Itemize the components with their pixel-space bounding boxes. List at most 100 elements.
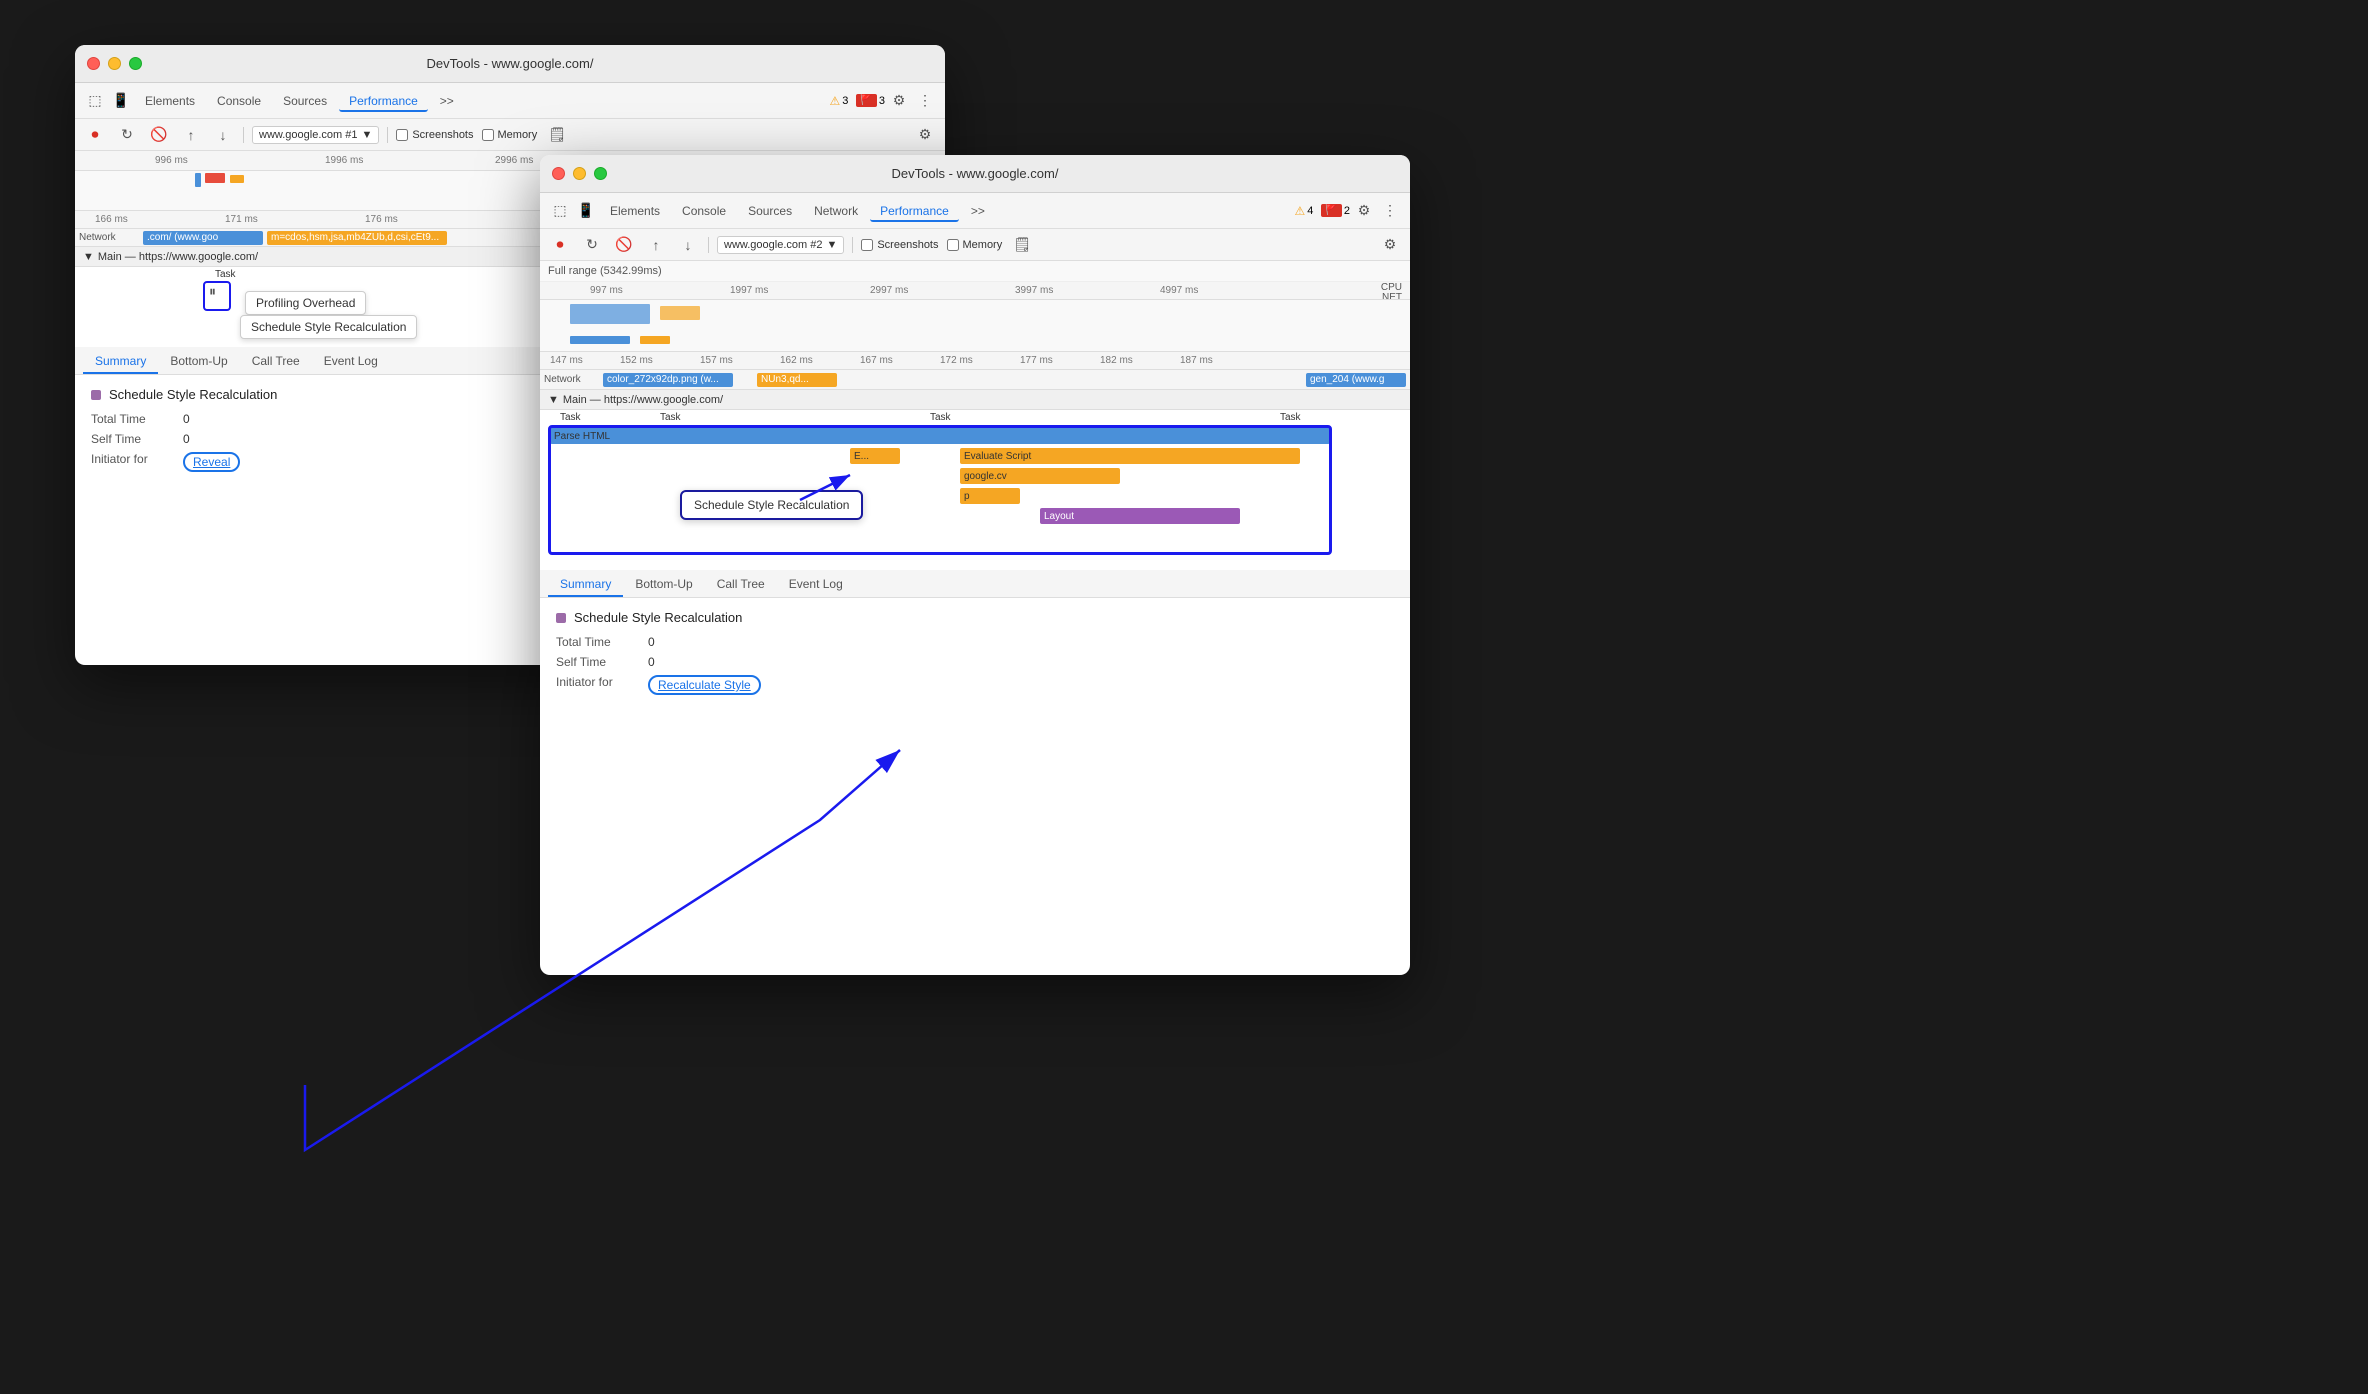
inspect-icon[interactable]: ⬚ [83, 89, 107, 113]
screenshots-input-1[interactable] [396, 129, 408, 141]
memory-input-1[interactable] [482, 129, 494, 141]
tab-bottom-up-1[interactable]: Bottom-Up [158, 350, 239, 374]
reload-button-1[interactable]: ↻ [115, 123, 139, 147]
record-button-2[interactable]: ⏺ [548, 233, 572, 257]
download-button-1[interactable]: ↓ [211, 123, 235, 147]
maximize-button-1[interactable] [129, 57, 142, 70]
screenshots-input-2[interactable] [861, 239, 873, 251]
tab-summary-1[interactable]: Summary [83, 350, 158, 374]
overview-segment-1 [195, 173, 201, 187]
download-button-2[interactable]: ↓ [676, 233, 700, 257]
initiator-row-2: Initiator for Recalculate Style [556, 675, 1394, 695]
record-button-1[interactable]: ⏺ [83, 123, 107, 147]
capture-settings-2[interactable]: ⚙ [1378, 233, 1402, 257]
minimize-button-2[interactable] [573, 167, 586, 180]
self-time-value-2: 0 [648, 655, 655, 669]
ovr-2997: 2997 ms [870, 285, 908, 296]
tab-performance-1[interactable]: Performance [339, 90, 428, 112]
tabs-toolbar-1: ⬚ 📱 Elements Console Sources Performance… [75, 83, 945, 119]
tab-sources-2[interactable]: Sources [738, 200, 802, 222]
tab-bottom-up-2[interactable]: Bottom-Up [623, 573, 704, 597]
det-167: 167 ms [860, 355, 893, 366]
minimize-button-1[interactable] [108, 57, 121, 70]
separator-4 [852, 237, 853, 253]
ovr-997: 997 ms [590, 285, 623, 296]
upload-button-2[interactable]: ↑ [644, 233, 668, 257]
error-count-1: 3 [879, 95, 885, 107]
tab-console-2[interactable]: Console [672, 200, 736, 222]
schedule-style-label: Schedule Style Recalculation [251, 320, 406, 334]
target-selector-2[interactable]: www.google.com #2 ▼ [717, 236, 844, 254]
tab-console-1[interactable]: Console [207, 90, 271, 112]
upload-button-1[interactable]: ↑ [179, 123, 203, 147]
network-params-seg: NUn3,qd... [757, 373, 837, 387]
flame-highlight-box [548, 425, 1332, 555]
clear-button-2[interactable]: 🚫 [612, 233, 636, 257]
settings-button-2[interactable]: ⚙ [1352, 199, 1376, 223]
tab-event-log-2[interactable]: Event Log [777, 573, 855, 597]
tab-more-2[interactable]: >> [961, 200, 995, 222]
error-icon-1: 🚩 [856, 94, 876, 107]
initiator-label-1: Initiator for [91, 452, 171, 472]
tab-call-tree-1[interactable]: Call Tree [240, 350, 312, 374]
total-time-label-1: Total Time [91, 412, 171, 426]
recalculate-link-2[interactable]: Recalculate Style [648, 675, 761, 695]
tab-network-2[interactable]: Network [804, 200, 868, 222]
tab-elements-1[interactable]: Elements [135, 90, 205, 112]
target-chevron-2: ▼ [826, 239, 837, 251]
total-time-value-2: 0 [648, 635, 655, 649]
ovr-1997: 1997 ms [730, 285, 768, 296]
memory-checkbox-2[interactable]: Memory [947, 239, 1003, 251]
clear-button-1[interactable]: 🚫 [147, 123, 171, 147]
tab-more-1[interactable]: >> [430, 90, 464, 112]
device-icon-2[interactable]: 📱 [574, 199, 598, 223]
det-187: 187 ms [1180, 355, 1213, 366]
overview-segment-2 [205, 173, 225, 183]
tab-event-log-1[interactable]: Event Log [312, 350, 390, 374]
close-button-2[interactable] [552, 167, 565, 180]
maximize-button-2[interactable] [594, 167, 607, 180]
tab-sources-1[interactable]: Sources [273, 90, 337, 112]
screenshots-label-1: Screenshots [412, 129, 473, 141]
screenshots-checkbox-1[interactable]: Screenshots [396, 129, 473, 141]
target-selector-1[interactable]: www.google.com #1 ▼ [252, 126, 379, 144]
total-time-label-2: Total Time [556, 635, 636, 649]
reveal-link-1[interactable]: Reveal [183, 452, 240, 472]
inspect-icon-2[interactable]: ⬚ [548, 199, 572, 223]
more-button-1[interactable]: ⋮ [913, 89, 937, 113]
warning-icon-2: ⚠ [1295, 204, 1306, 218]
net-bar-1 [570, 336, 630, 344]
tab-elements-2[interactable]: Elements [600, 200, 670, 222]
error-badge-2: 🚩 2 [1321, 204, 1350, 217]
memory-label-1: Memory [498, 129, 538, 141]
ovr-3997: 3997 ms [1015, 285, 1053, 296]
memory-input-2[interactable] [947, 239, 959, 251]
perf-toolbar-1: ⏺ ↻ 🚫 ↑ ↓ www.google.com #1 ▼ Screenshot… [75, 119, 945, 151]
self-time-row-2: Self Time 0 [556, 655, 1394, 669]
reload-button-2[interactable]: ↻ [580, 233, 604, 257]
det-157: 157 ms [700, 355, 733, 366]
memory-icon-2[interactable]: 🗒 [1010, 233, 1034, 257]
tab-summary-2[interactable]: Summary [548, 573, 623, 597]
more-button-2[interactable]: ⋮ [1378, 199, 1402, 223]
error-count-2: 2 [1344, 205, 1350, 217]
capture-settings-1[interactable]: ⚙ [913, 123, 937, 147]
screenshots-label-2: Screenshots [877, 239, 938, 251]
separator-3 [708, 237, 709, 253]
network-params-1: m=cdos,hsm,jsa,mb4ZUb,d,csi,cEt9... [271, 232, 439, 243]
task-lbl-4: Task [1280, 412, 1301, 423]
close-button-1[interactable] [87, 57, 100, 70]
flame-chart-2[interactable]: Task Task Task Task Parse HTML E... Eval… [540, 410, 1410, 570]
screenshots-checkbox-2[interactable]: Screenshots [861, 239, 938, 251]
network-right-seg: gen_204 (www.g [1306, 373, 1406, 387]
tab-performance-2[interactable]: Performance [870, 200, 959, 222]
traffic-lights-2 [552, 167, 607, 180]
bottom-tabs-2: Summary Bottom-Up Call Tree Event Log [540, 570, 1410, 598]
memory-icon-1[interactable]: 🗒 [545, 123, 569, 147]
settings-button-1[interactable]: ⚙ [887, 89, 911, 113]
separator-1 [243, 127, 244, 143]
tab-call-tree-2[interactable]: Call Tree [705, 573, 777, 597]
title-bar-2: DevTools - www.google.com/ [540, 155, 1410, 193]
memory-checkbox-1[interactable]: Memory [482, 129, 538, 141]
device-icon[interactable]: 📱 [109, 89, 133, 113]
